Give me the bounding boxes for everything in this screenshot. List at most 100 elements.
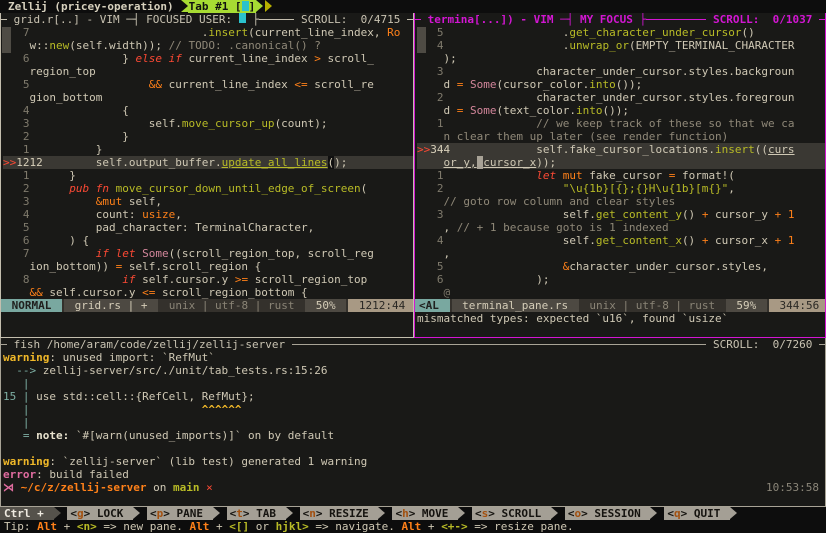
text-segment: 6 [3,52,43,65]
keybar-item-quit[interactable]: <q> QUIT [664,507,730,520]
powerline-arrow-icon [458,507,465,519]
text-segment: (text_color. [497,104,576,117]
text-segment: ); [417,52,457,65]
text-segment: Alt [401,520,421,533]
text-segment: : unused import: `RefMut` [49,351,215,364]
text-segment [463,104,470,117]
text-segment [43,26,202,39]
keybar-item-tab[interactable]: <t> TAB [227,507,286,520]
pane-terminal-pane-rs[interactable]: termina[...]) - VIM ─┤ MY FOCUS ├ SCROLL… [414,13,826,338]
key-letter: n [309,507,316,520]
text-segment: >> [417,143,430,156]
focused-user-cursor [239,13,246,23]
code-row: 4 { [3,104,413,117]
text-segment: 2 [3,130,43,143]
pane-fish-shell[interactable]: fish /home/aram/code/zellij/zellij-serve… [0,338,826,507]
text-segment [457,169,536,182]
code-row: 1 let mut fake_cursor = format!( [417,169,825,182]
text-segment [417,130,444,143]
text-segment: usize [142,208,175,221]
pane-scrollbar[interactable] [417,27,426,53]
powerline-arrow-icon [256,0,263,12]
keybar-item-pane[interactable]: <p> PANE [147,507,213,520]
pane-title-fish: fish /home/aram/code/zellij/zellij-serve… [1,338,825,351]
text-segment: >> [3,156,16,169]
user-cursor-block [242,1,249,11]
code-row: 7 .insert(current_line_index, Ro [3,26,413,39]
text-segment: on [146,481,173,494]
text-segment: update_all_lines [222,156,328,169]
code-row: n clear them up later (see render functi… [417,130,825,143]
text-segment [463,78,470,91]
code-row: ⋊ ~/c/z/zellij-server on main × [3,481,825,494]
text-segment: (current_line_index, [248,26,387,39]
keybar-item-lock[interactable]: <g> LOCK [67,507,133,520]
code-row: 5 .get_character_under_cursor() [417,26,825,39]
vim-file-meta: unix | utf-8 | rust [579,299,726,312]
text-segment [43,156,96,169]
key-letter: g [77,507,84,520]
keybar-item-session[interactable]: <o> SESSION [565,507,650,520]
text-segment: character_under_cursor.styles.backgroun [457,65,795,78]
text-segment [3,286,30,299]
text-segment: <= [142,286,155,299]
tab-1[interactable]: Tab #1 [] [188,0,257,13]
text-segment: ion_bottom)) [3,260,116,273]
pane-grid-rs[interactable]: grid.r[..] - VIM ─┤ FOCUSED USER: ├ SCRO… [0,13,414,338]
text-segment: 5 [3,78,43,91]
pane-title-grid-rs: grid.r[..] - VIM ─┤ FOCUSED USER: ├ SCRO… [1,13,413,26]
code-row: region_top [3,65,413,78]
text-segment: self.cursor.y [43,286,142,299]
code-row: 15 | use std::cell::{RefCell, RefMut}; [3,390,825,403]
text-segment: if let [96,247,136,260]
text-segment: , [728,182,735,195]
text-segment: zellij-server/src/./unit/tab_tests.rs:15… [43,364,328,377]
text-segment: into [576,104,603,117]
keybar-item-move[interactable]: <h> MOVE [392,507,458,520]
powerline-arrow-icon [551,507,558,519]
code-row: error: build failed [3,468,825,481]
text-segment: main [173,481,200,494]
text-segment: } [43,169,76,182]
pane-title-terminal-pane-rs: termina[...]) - VIM ─┤ MY FOCUS ├ SCROLL… [415,13,825,26]
text-segment: Ro [387,26,400,39]
text-segment: => new pane. [97,520,190,533]
text-segment: self.cursor.y [135,273,234,286]
powerline-arrow-icon [265,0,272,12]
key-letter: q [674,507,681,520]
text-segment: (EMPTY_TERMINAL_CHARACTER [629,39,795,52]
text-segment: else if [135,52,181,65]
code-row: 3 character_under_cursor.styles.backgrou… [417,65,825,78]
text-segment: (count); [275,117,328,130]
text-segment: () [682,208,702,221]
text-segment: 1 [781,208,794,221]
text-segment: 1 [417,169,457,182]
text-segment: Some [470,104,497,117]
text-segment: | [3,416,30,429]
text-segment: let [536,169,556,182]
text-segment: | [3,403,36,416]
text-segment: format!( [675,169,735,182]
text-segment: × [206,481,213,494]
text-segment [43,195,96,208]
code-row: 3 &mut self, [3,195,413,208]
text-segment: ((scroll_region_top, scroll_reg [169,247,374,260]
text-segment: new [49,39,69,52]
text-segment: error [3,468,36,481]
keybar-item-resize[interactable]: <n> RESIZE [300,507,379,520]
text-segment: scroll_region_bottom { [155,286,307,299]
text-segment: + [209,520,229,533]
text-segment: 1212 [16,156,43,169]
code-row: 1 } [3,143,413,156]
code-row: 2 character_under_cursor.styles.foregrou… [417,91,825,104]
text-segment: <+-> [441,520,468,533]
text-segment: <= [294,78,307,91]
text-segment: (( [755,143,768,156]
text-segment: ); [334,156,347,169]
text-segment: @ [417,286,450,299]
keybar-item-scroll[interactable]: <s> SCROLL [472,507,551,520]
text-segment: 8 [3,273,43,286]
text-segment: region_top [3,65,96,78]
text-segment: 1 [3,169,43,182]
pane-scrollbar[interactable] [2,27,11,53]
